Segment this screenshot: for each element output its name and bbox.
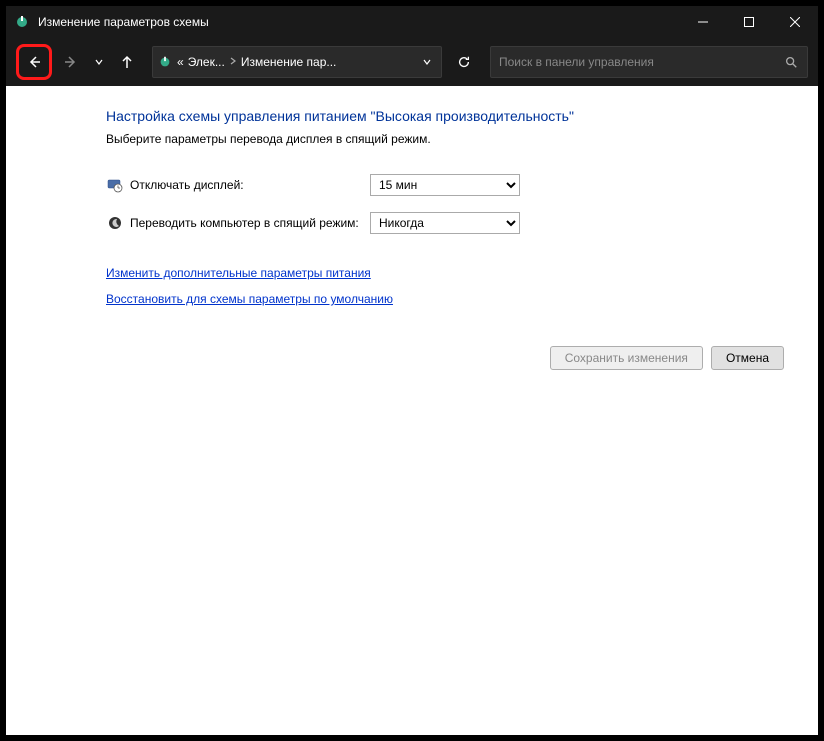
forward-button[interactable] (56, 47, 86, 77)
refresh-button[interactable] (448, 46, 480, 78)
link-advanced-settings[interactable]: Изменить дополнительные параметры питани… (106, 266, 798, 280)
sleep-select[interactable]: Никогда (370, 212, 520, 234)
back-button[interactable] (19, 47, 49, 77)
address-dropdown-button[interactable] (417, 57, 437, 67)
setting-row-display-off: Отключать дисплей: 15 мин (106, 174, 798, 196)
sleep-moon-icon (106, 214, 124, 232)
close-button[interactable] (772, 6, 818, 38)
search-icon[interactable] (783, 55, 799, 69)
setting-row-sleep: Переводить компьютер в спящий режим: Ник… (106, 212, 798, 234)
display-timer-icon (106, 176, 124, 194)
page-title: Настройка схемы управления питанием "Выс… (106, 108, 798, 124)
breadcrumb-item-edit-plan[interactable]: Изменение пар... (241, 55, 337, 69)
recent-locations-button[interactable] (88, 47, 110, 77)
display-off-label: Отключать дисплей: (130, 178, 370, 192)
address-icon (157, 54, 173, 70)
maximize-button[interactable] (726, 6, 772, 38)
link-restore-defaults[interactable]: Восстановить для схемы параметры по умол… (106, 292, 798, 306)
app-icon (14, 14, 30, 30)
save-button: Сохранить изменения (550, 346, 703, 370)
content-area: Настройка схемы управления питанием "Выс… (6, 86, 818, 735)
button-row: Сохранить изменения Отмена (106, 346, 798, 370)
titlebar: Изменение параметров схемы (6, 6, 818, 38)
back-button-highlight (16, 44, 52, 80)
navigation-toolbar: « Элек... Изменение пар... (6, 38, 818, 86)
page-subtitle: Выберите параметры перевода дисплея в сп… (106, 132, 798, 146)
control-panel-window: Изменение параметров схемы (6, 6, 818, 735)
sleep-label: Переводить компьютер в спящий режим: (130, 216, 370, 230)
chevron-right-icon (229, 57, 237, 68)
address-bar[interactable]: « Элек... Изменение пар... (152, 46, 442, 78)
cancel-button[interactable]: Отмена (711, 346, 784, 370)
minimize-button[interactable] (680, 6, 726, 38)
breadcrumb-overflow[interactable]: « (177, 55, 184, 69)
breadcrumb-item-power[interactable]: Элек... (188, 55, 225, 69)
search-input[interactable] (499, 55, 783, 69)
search-bar[interactable] (490, 46, 808, 78)
up-button[interactable] (112, 47, 142, 77)
display-off-select[interactable]: 15 мин (370, 174, 520, 196)
window-title: Изменение параметров схемы (38, 15, 209, 29)
